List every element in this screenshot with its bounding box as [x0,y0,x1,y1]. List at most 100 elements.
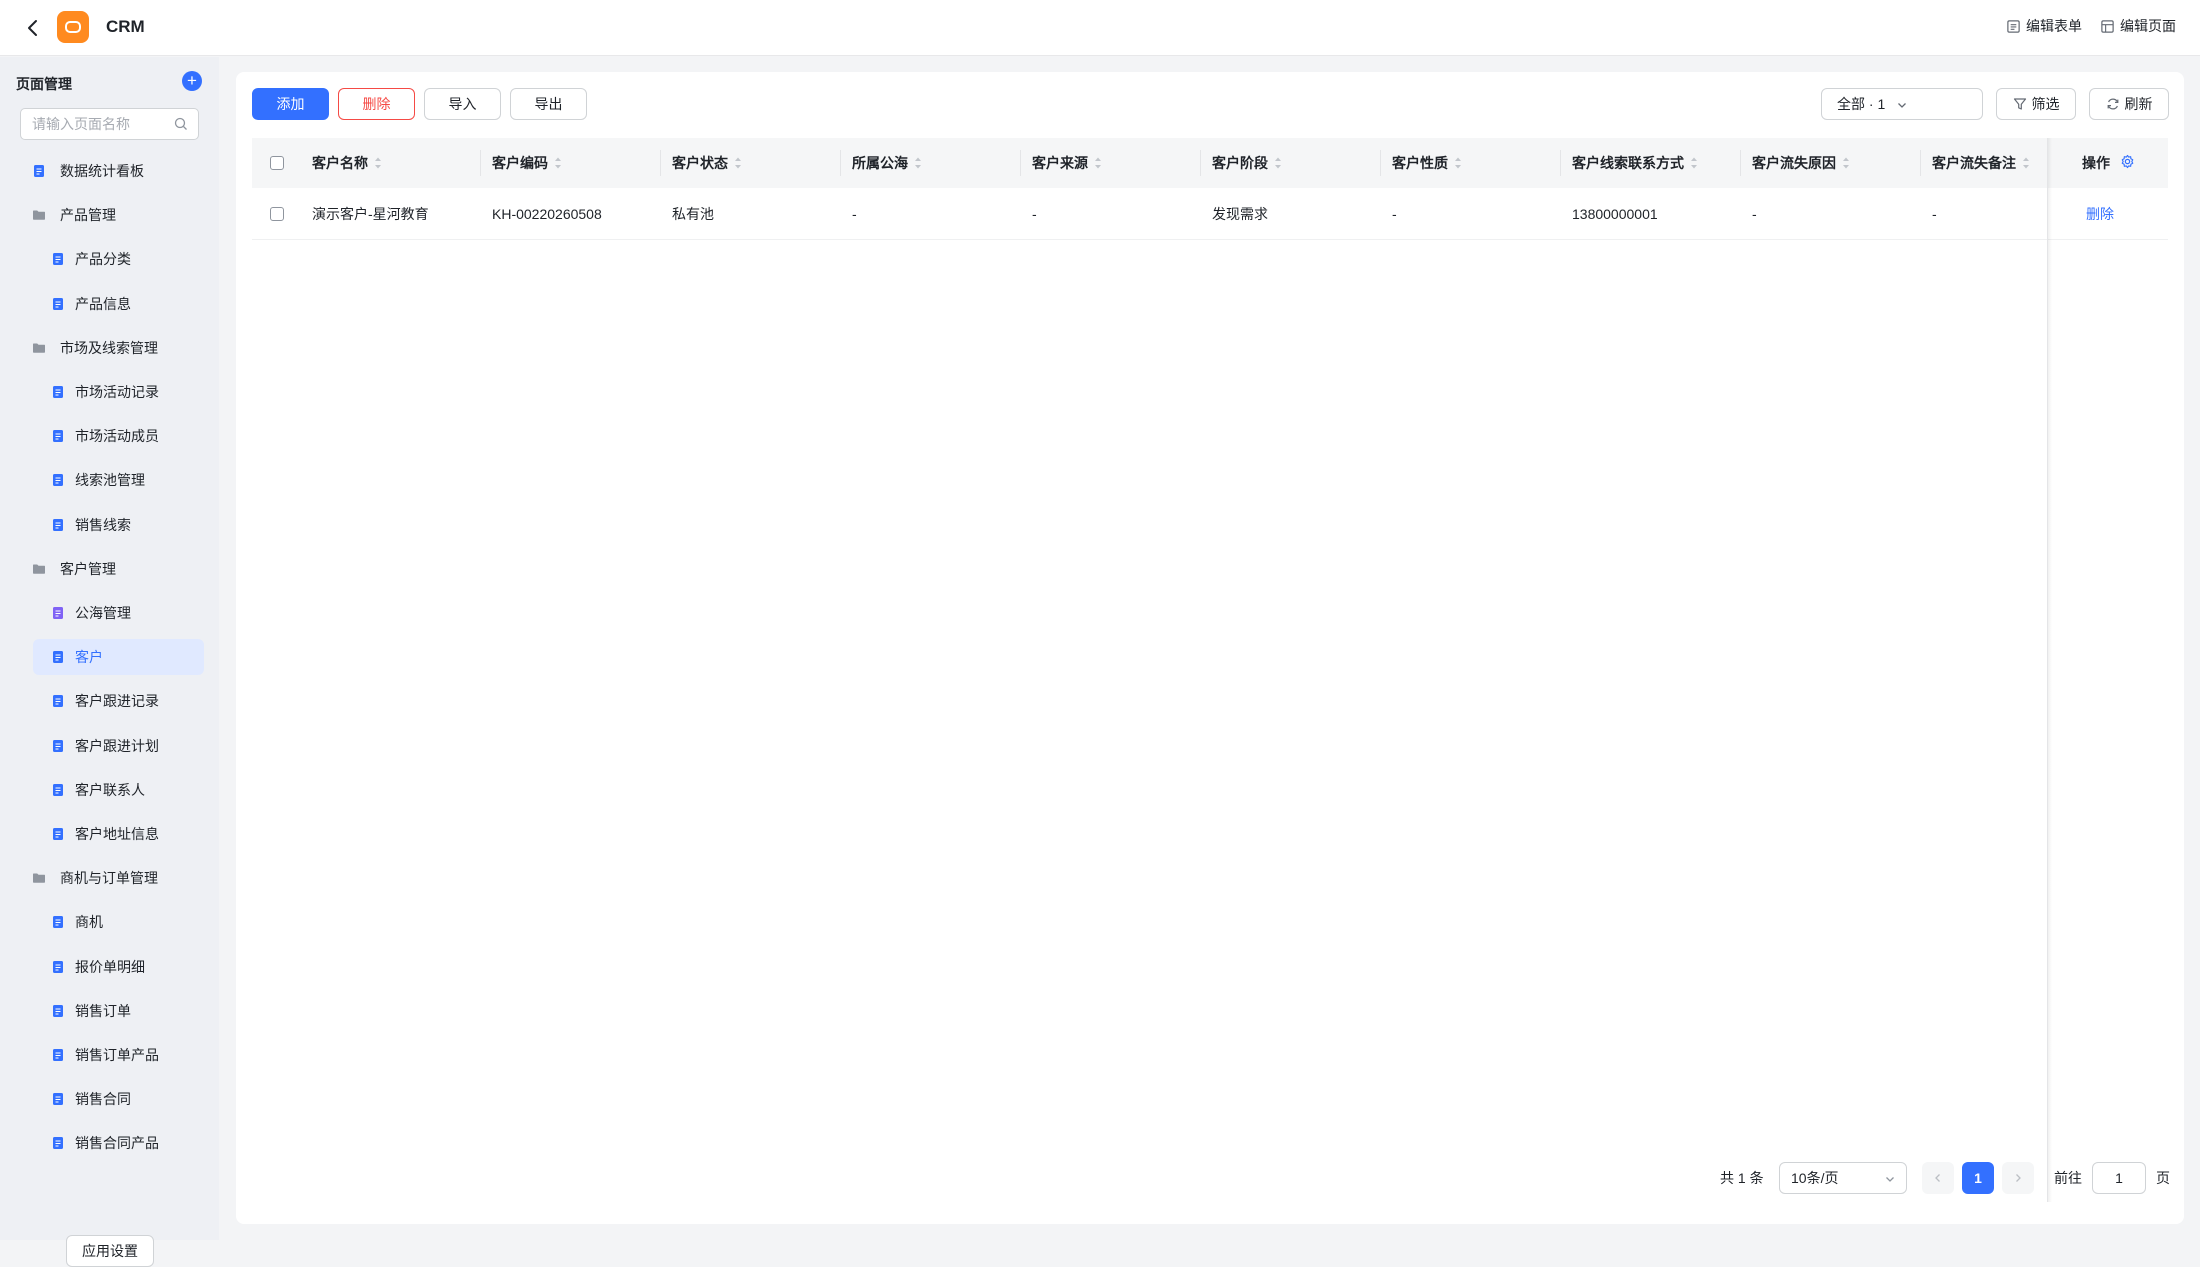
export-button[interactable]: 导出 [510,88,587,120]
column-header-2[interactable]: 客户编码 [492,138,562,188]
sidebar-page-item-5[interactable]: 市场活动记录 [33,374,204,410]
sidebar-page-item-6[interactable]: 市场活动成员 [33,418,204,454]
column-header-10[interactable]: 客户流失备注 [1932,138,2030,188]
import-button[interactable]: 导入 [424,88,501,120]
column-header-4[interactable]: 所属公海 [852,138,922,188]
sidebar-folder-item-1[interactable]: 产品管理 [32,197,204,233]
sidebar-item-label: 报价单明细 [75,959,145,975]
sort-icon[interactable] [734,156,742,170]
page-size-select[interactable]: 10条/页 [1779,1162,1907,1194]
sort-icon[interactable] [1094,156,1102,170]
edit-page-label: 编辑页面 [2120,18,2176,34]
edit-page-button[interactable]: 编辑页面 [2100,16,2176,36]
column-settings-icon[interactable] [2120,154,2135,172]
sidebar-page-item-21[interactable]: 销售合同 [33,1081,204,1117]
column-divider [1560,150,1561,176]
action-column-header: 操作 [2082,138,2135,188]
sidebar-page-item-14[interactable]: 客户联系人 [33,772,204,808]
sidebar-page-item-2[interactable]: 产品分类 [33,241,204,277]
column-header-5[interactable]: 客户来源 [1032,138,1102,188]
sidebar-page-item-15[interactable]: 客户地址信息 [33,816,204,852]
sidebar-page-item-19[interactable]: 销售订单 [33,993,204,1029]
column-header-7[interactable]: 客户性质 [1392,138,1462,188]
sort-icon[interactable] [1842,156,1850,170]
sidebar-page-item-13[interactable]: 客户跟进计划 [33,728,204,764]
select-all-cell [270,138,284,188]
sidebar-page-item-7[interactable]: 线索池管理 [33,462,204,498]
sidebar-item-label: 客户联系人 [75,782,145,798]
page-size-value: 10条/页 [1791,1170,1839,1186]
next-page-button[interactable] [2002,1162,2034,1194]
column-header-label: 客户名称 [312,155,368,171]
add-page-button[interactable]: + [182,71,202,91]
prev-page-button[interactable] [1922,1162,1954,1194]
sort-icon[interactable] [374,156,382,170]
filter-button[interactable]: 筛选 [1996,88,2076,120]
sidebar-page-item-20[interactable]: 销售订单产品 [33,1037,204,1073]
refresh-button[interactable]: 刷新 [2089,88,2169,120]
sidebar-folder-item-4[interactable]: 市场及线索管理 [32,330,204,366]
page-icon [51,694,65,708]
folder-icon [32,208,46,222]
sidebar-page-item-17[interactable]: 商机 [33,904,204,940]
logo-mark [65,21,81,33]
pagination-total: 共 1 条 [1720,1170,1764,1186]
chevron-left-icon [1935,1174,1940,1182]
view-select[interactable]: 全部 · 1 [1821,88,1983,120]
sidebar-item-label: 市场及线索管理 [60,340,158,356]
edit-form-button[interactable]: 编辑表单 [2006,16,2082,36]
delete-button[interactable]: 删除 [338,88,415,120]
page-icon [51,385,65,399]
sidebar-page-item-12[interactable]: 客户跟进记录 [33,683,204,719]
page-icon [51,606,65,620]
column-divider [840,150,841,176]
sort-icon[interactable] [554,156,562,170]
column-divider [1020,150,1021,176]
add-button[interactable]: 添加 [252,88,329,120]
select-all-checkbox[interactable] [270,156,284,170]
sidebar-page-item-0[interactable]: 数据统计看板 [32,153,204,189]
layout-icon [2101,19,2114,33]
sort-icon[interactable] [1454,156,1462,170]
table-cell-10: - [1932,206,1937,222]
column-header-1[interactable]: 客户名称 [312,138,382,188]
table-cell-5: - [1032,206,1037,222]
column-header-6[interactable]: 客户阶段 [1212,138,1282,188]
row-checkbox[interactable] [270,207,284,221]
page-search-input[interactable] [21,109,161,139]
sort-icon[interactable] [914,156,922,170]
edit-form-label: 编辑表单 [2026,18,2082,34]
sidebar-item-label: 销售线索 [75,517,131,533]
sidebar-page-item-22[interactable]: 销售合同产品 [33,1125,204,1161]
page-icon [51,1004,65,1018]
sidebar-item-label: 数据统计看板 [60,163,144,179]
sidebar-page-item-18[interactable]: 报价单明细 [33,949,204,985]
column-header-9[interactable]: 客户流失原因 [1752,138,1850,188]
sidebar-page-item-11[interactable]: 客户 [33,639,204,675]
column-header-8[interactable]: 客户线索联系方式 [1572,138,1698,188]
sidebar-item-label: 销售订单产品 [75,1047,159,1063]
sidebar-folder-item-9[interactable]: 客户管理 [32,551,204,587]
sidebar-page-item-10[interactable]: 公海管理 [33,595,204,631]
page-1-button[interactable]: 1 [1962,1162,1994,1194]
sidebar-page-item-8[interactable]: 销售线索 [33,507,204,543]
column-divider [1200,150,1201,176]
row-delete-link[interactable]: 删除 [2086,188,2114,240]
column-divider [480,150,481,176]
sidebar-page-item-3[interactable]: 产品信息 [33,286,204,322]
sidebar-item-label: 商机与订单管理 [60,870,158,886]
column-header-label: 客户状态 [672,155,728,171]
back-button[interactable] [20,14,48,42]
column-header-3[interactable]: 客户状态 [672,138,742,188]
sort-icon[interactable] [1274,156,1282,170]
page-icon [51,1136,65,1150]
sidebar-folder-item-16[interactable]: 商机与订单管理 [32,860,204,896]
sort-icon[interactable] [1690,156,1698,170]
page-icon [51,1048,65,1062]
goto-page-input[interactable]: 1 [2092,1162,2146,1194]
chevron-down-icon [1898,103,1906,108]
page-icon [51,960,65,974]
sort-icon[interactable] [2022,156,2030,170]
sidebar-item-label: 商机 [75,914,103,930]
fixed-column-shadow [2048,138,2052,1202]
